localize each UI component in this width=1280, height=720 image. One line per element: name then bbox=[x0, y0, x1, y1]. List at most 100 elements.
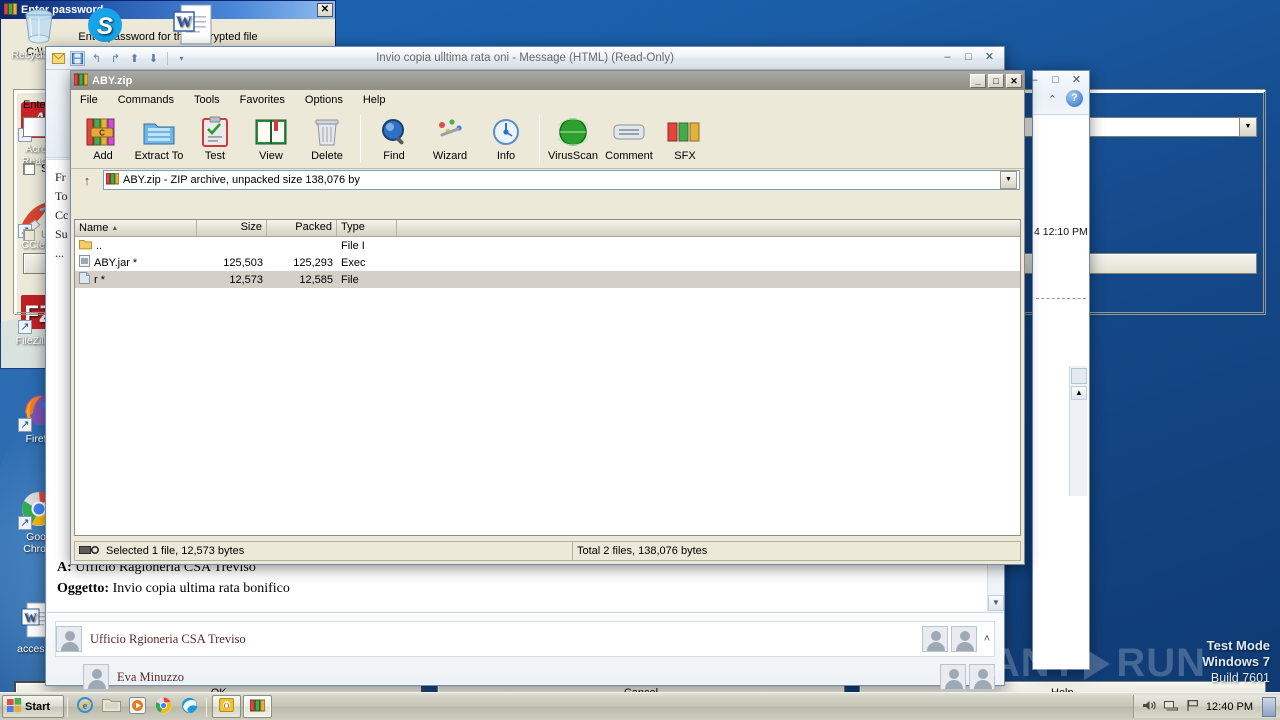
toolbar-delete-button[interactable]: Delete bbox=[299, 113, 355, 162]
system-tray[interactable]: 12:40 PM bbox=[1132, 695, 1280, 718]
redo-icon[interactable]: ↱ bbox=[108, 51, 123, 66]
column-header-size[interactable]: Size bbox=[197, 220, 267, 236]
table-row[interactable]: .. File I bbox=[75, 237, 1020, 254]
start-button[interactable]: Start bbox=[2, 695, 64, 718]
chevron-down-icon[interactable]: ▼ bbox=[1239, 117, 1257, 137]
toolbar-label: Delete bbox=[311, 150, 343, 162]
winrar-window-buttons[interactable]: _ □ ✕ bbox=[970, 73, 1022, 88]
outlook-titlebar[interactable]: ↰ ↱ ⬆ ⬇ ▾ Invio copia ulltima rata oni -… bbox=[46, 47, 1004, 70]
toolbar-label: Test bbox=[204, 150, 226, 162]
taskbar-clock[interactable]: 12:40 PM bbox=[1206, 701, 1253, 713]
table-row[interactable]: ABY.jar * 125,503 125,293 Exec bbox=[75, 254, 1020, 271]
undo-icon[interactable]: ↰ bbox=[89, 51, 104, 66]
close-icon[interactable]: ✕ bbox=[317, 3, 333, 17]
save-icon[interactable] bbox=[70, 50, 85, 66]
up-arrow-icon[interactable]: ↑ bbox=[75, 170, 99, 190]
people-pane-collapse-icon[interactable]: ˄ bbox=[980, 633, 994, 645]
quicklaunch-edge[interactable] bbox=[177, 695, 201, 718]
scroll-up-arrow-icon[interactable]: ▲ bbox=[1071, 386, 1087, 400]
restore-button[interactable]: □ bbox=[1046, 74, 1065, 89]
table-row[interactable]: r * 12,573 12,585 File bbox=[75, 271, 1020, 288]
quick-launch-bar[interactable]: e bbox=[71, 695, 203, 718]
toolbar-sfx-button[interactable]: SFX bbox=[657, 113, 713, 162]
chevron-down-icon[interactable]: ▼ bbox=[1000, 171, 1017, 189]
winrar-file-list[interactable]: Name ▲ Size Packed Type .. File I ABY.ja… bbox=[74, 219, 1021, 536]
toolbar-view-button[interactable]: View bbox=[243, 113, 299, 162]
minimize-button[interactable]: – bbox=[938, 51, 957, 66]
people-pane-row[interactable]: Eva Minuzzo bbox=[55, 659, 995, 695]
menu-options[interactable]: Options bbox=[302, 93, 346, 107]
toolbar-find-button[interactable]: Find bbox=[366, 113, 422, 162]
winrar-menubar[interactable]: File Commands Tools Favorites Options He… bbox=[71, 90, 1024, 109]
minimize-button[interactable]: – bbox=[1025, 74, 1044, 89]
winrar-window[interactable]: ABY.zip _ □ ✕ File Commands Tools Favori… bbox=[70, 70, 1025, 565]
outlook-window-buttons[interactable]: – □ ✕ bbox=[938, 51, 999, 66]
column-header-type[interactable]: Type bbox=[337, 220, 397, 236]
menu-file[interactable]: File bbox=[77, 93, 101, 107]
quicklaunch-media-player[interactable] bbox=[125, 695, 149, 718]
winrar-path-combobox[interactable]: ABY.zip - ZIP archive, unpacked size 138… bbox=[103, 170, 1020, 190]
action-center-flag-icon[interactable] bbox=[1186, 699, 1199, 715]
quicklaunch-chrome[interactable] bbox=[151, 695, 175, 718]
avatar bbox=[940, 664, 966, 690]
cell-type: File bbox=[341, 273, 359, 286]
desktop: Recycle Bin A ↗ Acrob Reader ↗ CClean bbox=[0, 0, 1280, 720]
close-button[interactable]: ✕ bbox=[1006, 73, 1022, 88]
customize-qat-icon[interactable]: ▾ bbox=[174, 51, 189, 66]
watermark-line-1: Test Mode bbox=[1206, 638, 1270, 653]
maximize-button[interactable]: □ bbox=[988, 73, 1004, 88]
next-item-icon[interactable]: ⬇ bbox=[146, 51, 161, 66]
divider bbox=[1036, 298, 1086, 299]
delete-trash-icon bbox=[299, 115, 355, 149]
winrar-list-header[interactable]: Name ▲ Size Packed Type bbox=[75, 220, 1020, 237]
scroll-down-arrow-icon[interactable]: ▼ bbox=[988, 595, 1004, 611]
checkbox-box[interactable] bbox=[23, 163, 35, 175]
menu-tools[interactable]: Tools bbox=[191, 93, 223, 107]
qat-divider bbox=[167, 51, 168, 65]
scroll-widget-icon[interactable] bbox=[1071, 368, 1087, 384]
status-selected-text: Selected 1 file, 12,573 bytes bbox=[106, 545, 245, 557]
toolbar-virusscan-button[interactable]: VirusScan bbox=[545, 113, 601, 162]
people-pane-row[interactable]: Ufficio Rgioneria CSA Treviso ˄ bbox=[55, 621, 995, 657]
menu-help[interactable]: Help bbox=[360, 93, 389, 107]
previous-item-icon[interactable]: ⬆ bbox=[127, 51, 142, 66]
toolbar-extract-to-button[interactable]: Extract To bbox=[131, 113, 187, 162]
taskbar-item-winrar[interactable] bbox=[243, 695, 272, 718]
background-window-right[interactable]: – □ ✕ ⌃ ? 4 12:10 PM ▲ bbox=[1031, 70, 1090, 670]
winrar-toolbar[interactable]: C Add Extract To Test View Delete Find W… bbox=[71, 109, 1024, 169]
winrar-addressbar[interactable]: ↑ ABY.zip - ZIP archive, unpacked size 1… bbox=[71, 169, 1024, 191]
menu-commands[interactable]: Commands bbox=[115, 93, 177, 107]
shortcut-arrow-icon: ↗ bbox=[18, 320, 32, 334]
menu-favorites[interactable]: Favorites bbox=[237, 93, 288, 107]
desktop-icon-skype[interactable]: S bbox=[74, 4, 136, 48]
column-header-packed[interactable]: Packed bbox=[267, 220, 337, 236]
background-window-buttons[interactable]: – □ ✕ bbox=[1025, 74, 1086, 89]
toolbar-wizard-button[interactable]: Wizard bbox=[422, 113, 478, 162]
quicklaunch-windows-explorer[interactable] bbox=[99, 695, 123, 718]
background-window-titlebar[interactable]: – □ ✕ ⌃ ? bbox=[1031, 71, 1089, 115]
toolbar-test-button[interactable]: Test bbox=[187, 113, 243, 162]
toolbar-add-button[interactable]: C Add bbox=[75, 113, 131, 162]
outlook-icon: O bbox=[219, 698, 234, 715]
restore-button[interactable]: □ bbox=[959, 51, 978, 66]
shortcut-arrow-icon: ↗ bbox=[18, 418, 32, 432]
close-button[interactable]: ✕ bbox=[980, 51, 999, 66]
network-icon[interactable] bbox=[1163, 699, 1179, 715]
winrar-titlebar[interactable]: ABY.zip _ □ ✕ bbox=[71, 71, 1024, 90]
sort-ascending-icon: ▲ bbox=[111, 224, 119, 232]
outlook-header-subject-value: Invio copia ultima rata bonifico bbox=[112, 581, 290, 596]
inner-scrollbar[interactable]: ▲ bbox=[1069, 366, 1087, 496]
quicklaunch-internet-explorer[interactable]: e bbox=[73, 695, 97, 718]
taskbar[interactable]: Start e O 12:40 PM bbox=[0, 692, 1280, 720]
toolbar-comment-button[interactable]: Comment bbox=[601, 113, 657, 162]
help-question-icon[interactable]: ? bbox=[1066, 90, 1083, 107]
show-desktop-button[interactable] bbox=[1262, 696, 1276, 717]
close-button[interactable]: ✕ bbox=[1067, 74, 1086, 89]
chevron-up-icon[interactable]: ⌃ bbox=[1048, 93, 1057, 106]
column-header-name[interactable]: Name ▲ bbox=[75, 220, 197, 236]
toolbar-info-button[interactable]: Info bbox=[478, 113, 534, 162]
taskbar-item-outlook-message[interactable]: O bbox=[212, 695, 241, 718]
desktop-icon-word-document[interactable]: W bbox=[160, 2, 222, 46]
speaker-icon[interactable] bbox=[1142, 699, 1157, 715]
minimize-button[interactable]: _ bbox=[970, 73, 986, 88]
